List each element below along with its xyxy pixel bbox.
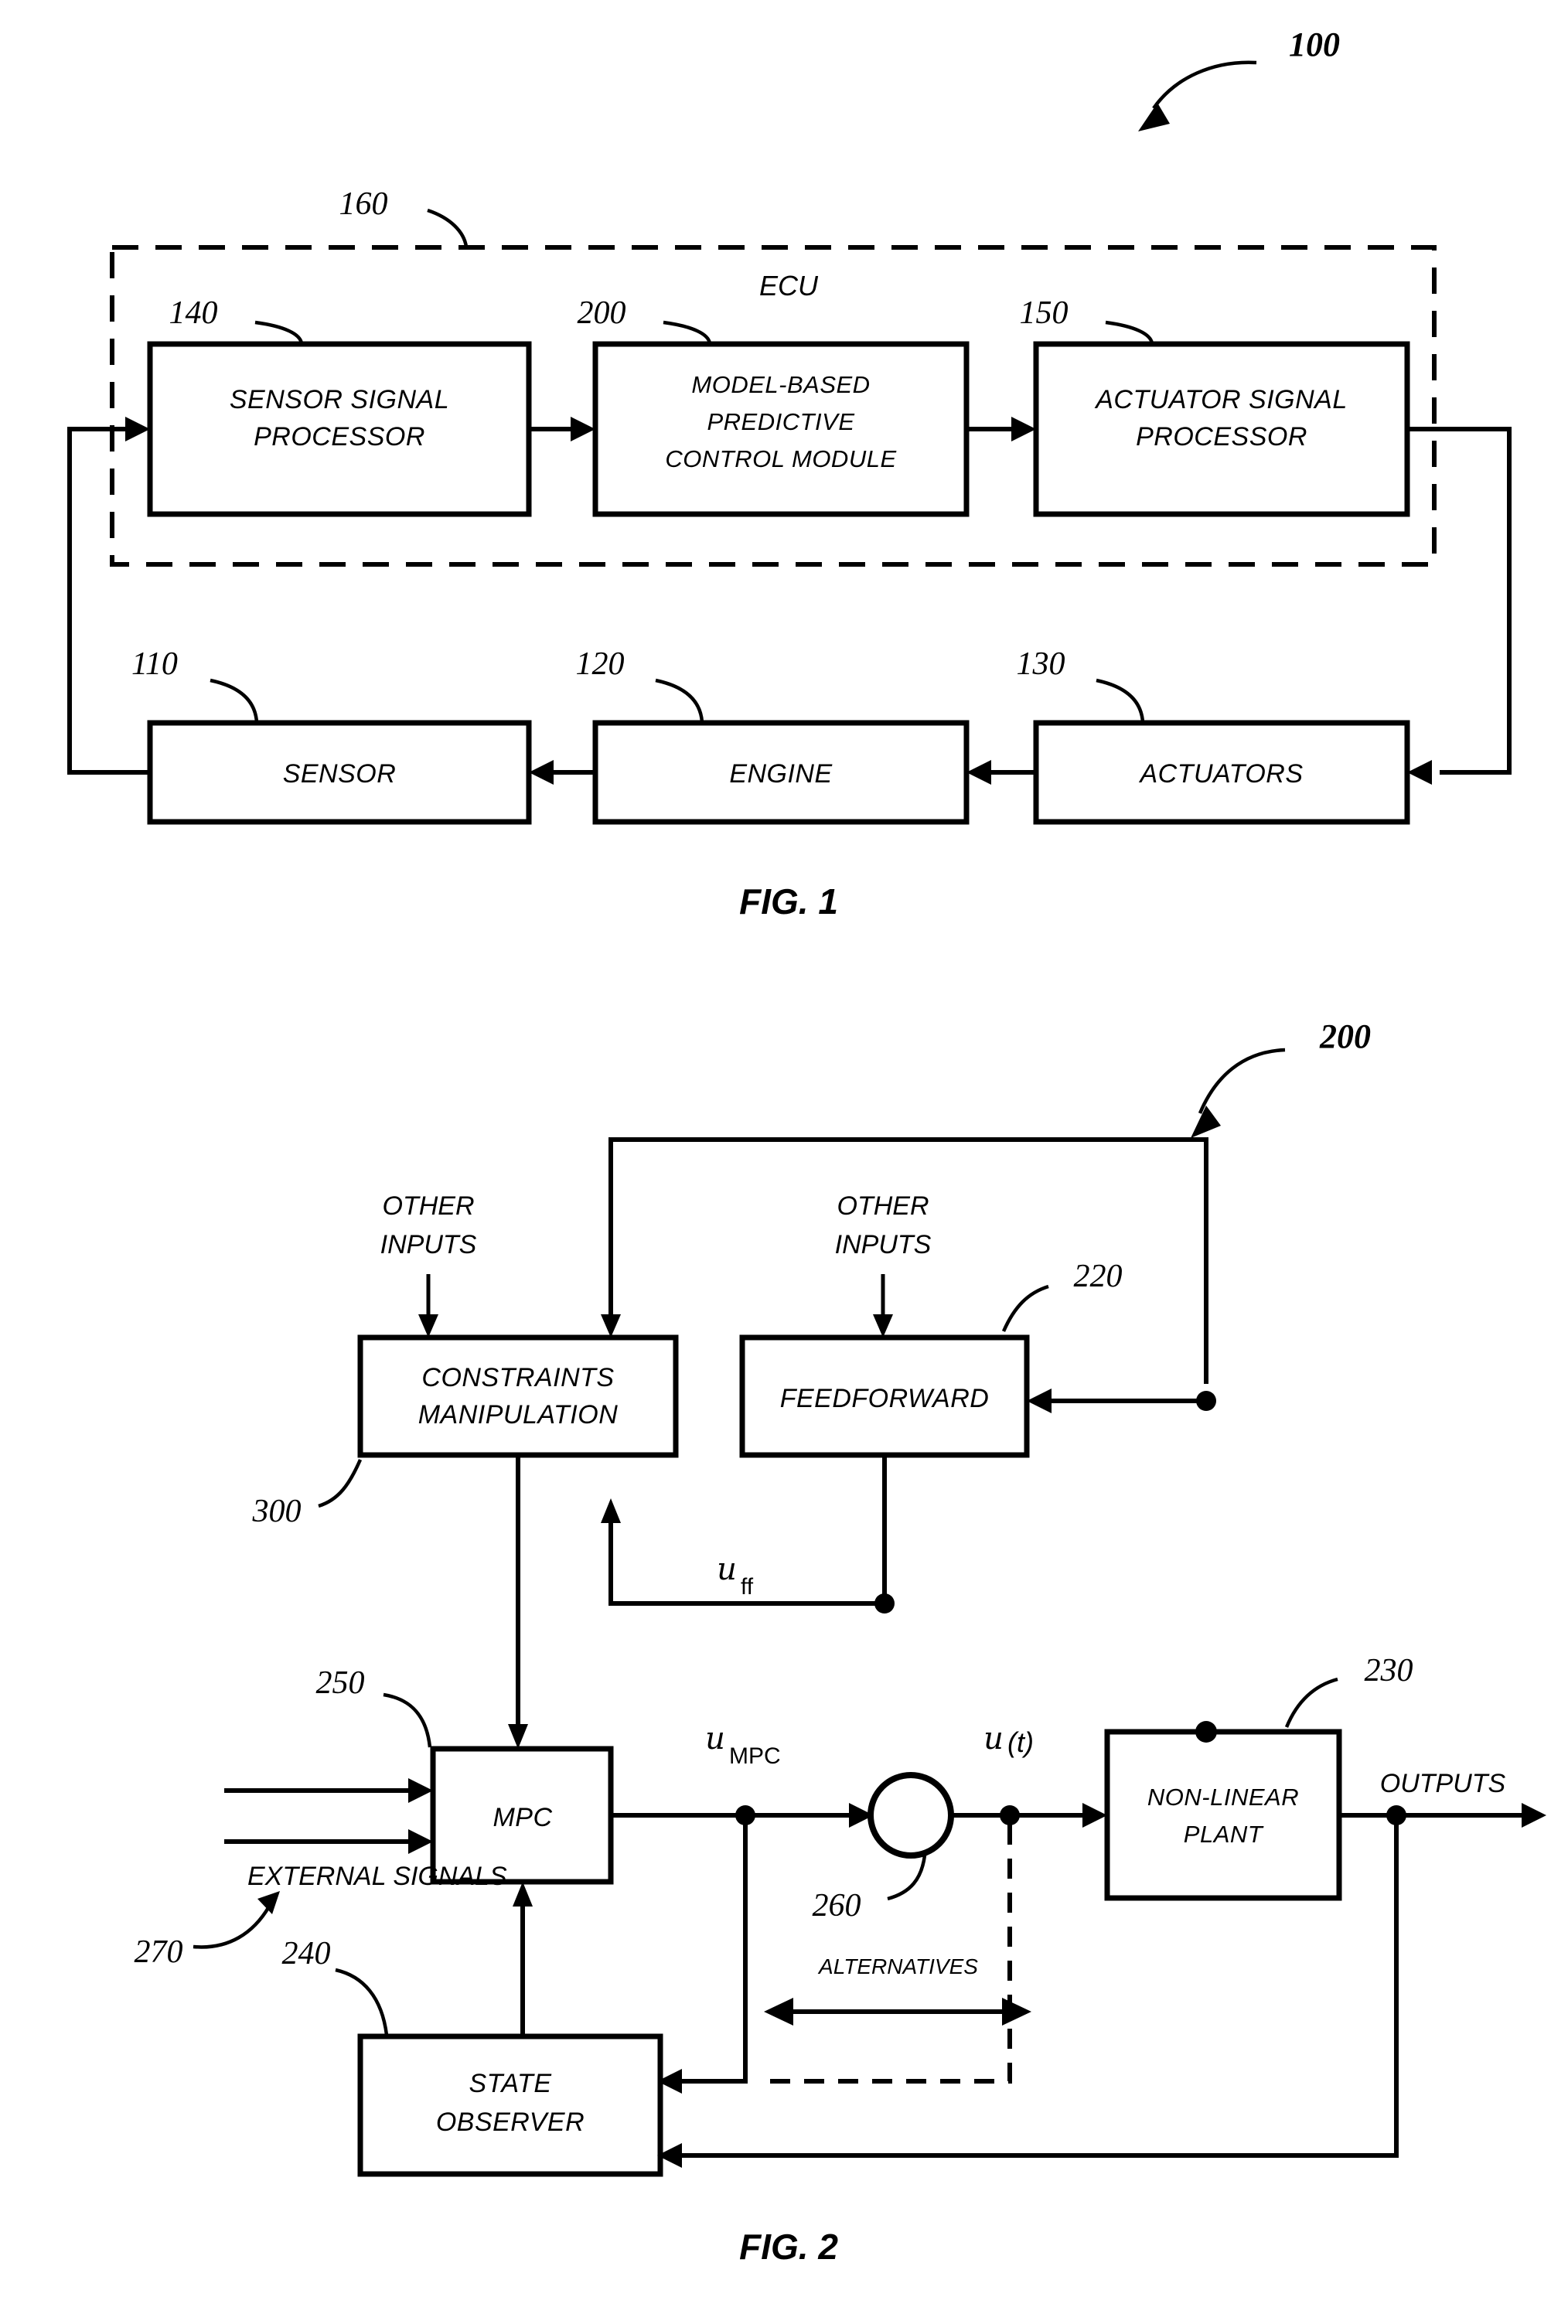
figure-2-caption: FIG. 2 <box>739 2227 838 2267</box>
block-110-label: SENSOR <box>283 759 397 789</box>
junction-dot-plant-top <box>1195 1721 1217 1743</box>
block-200-line-2: CONTROL MODULE <box>665 445 896 472</box>
block-140-line-1: PROCESSOR <box>254 422 425 452</box>
junction-dot-ut <box>1000 1805 1020 1825</box>
external-signals-label: EXTERNAL SIGNALS <box>247 1862 507 1891</box>
other-inputs-right-line-1: INPUTS <box>835 1230 932 1259</box>
ref-callout-230: 230 <box>1284 1653 1413 1728</box>
patent-figure-sheet: 100 ECU 160 SENSOR SIGNAL PROCESSOR 140 … <box>67 26 1546 2267</box>
ref-270-label: 270 <box>135 1934 183 1970</box>
alternative-feedback-dashed <box>765 1825 1012 2084</box>
block-240-line-0: STATE <box>469 2069 551 2098</box>
ref-260-label: 260 <box>813 1888 861 1924</box>
ref-200-label-fig2: 200 <box>1319 1017 1371 1055</box>
ref-callout-110: 110 <box>131 646 259 723</box>
other-inputs-right-line-0: OTHER <box>837 1191 929 1221</box>
summing-junction <box>868 1772 954 1859</box>
ref-callout-260: 260 <box>813 1855 927 1924</box>
u-of-t-suffix: (t) <box>1007 1726 1034 1758</box>
ref-callout-220: 220 <box>1001 1259 1123 1332</box>
junction-dot-uff <box>874 1593 895 1614</box>
figure-1: 100 ECU 160 SENSOR SIGNAL PROCESSOR 140 … <box>67 26 1512 922</box>
block-240-line-1: OBSERVER <box>436 2108 585 2137</box>
block-200-line-1: PREDICTIVE <box>707 408 854 435</box>
block-130-label: ACTUATORS <box>1138 759 1303 789</box>
ref-callout-160: 160 <box>339 186 469 247</box>
ref-140-label: 140 <box>169 295 218 331</box>
junction-dot-ff-tap <box>1196 1391 1216 1411</box>
ref-callout-300: 300 <box>252 1459 363 1529</box>
ref-240-label: 240 <box>282 1936 331 1971</box>
block-150-line-1: PROCESSOR <box>1136 422 1307 452</box>
u-ff-symbol: u <box>717 1552 737 1587</box>
block-constraints-manipulation <box>357 1334 679 1458</box>
u-ff-subscript: ff <box>741 1574 754 1600</box>
u-mpc-symbol: u <box>705 1721 725 1757</box>
alternatives-label: ALTERNATIVES <box>817 1954 978 1978</box>
u-mpc-subscript: MPC <box>729 1743 781 1769</box>
ref-callout-270: 270 <box>135 1891 280 1970</box>
block-250-label: MPC <box>493 1803 552 1832</box>
ref-160-label: 160 <box>339 186 388 222</box>
ref-callout-140: 140 <box>169 295 304 344</box>
ref-120-label: 120 <box>576 646 625 682</box>
outputs-label: OUTPUTS <box>1380 1769 1506 1798</box>
alternatives-double-arrow <box>764 1998 1031 2026</box>
block-300-line-1: MANIPULATION <box>418 1400 619 1429</box>
block-non-linear-plant <box>1104 1729 1342 1901</box>
junction-dot-outputs <box>1386 1805 1406 1825</box>
ref-callout-100: 100 <box>1138 26 1340 131</box>
junction-dot-umpc <box>735 1805 755 1825</box>
ref-230-label: 230 <box>1365 1653 1413 1688</box>
ref-callout-130: 130 <box>1017 646 1145 723</box>
block-140-line-0: SENSOR SIGNAL <box>230 385 449 414</box>
other-inputs-left-line-0: OTHER <box>383 1191 475 1221</box>
ref-220-label: 220 <box>1074 1259 1123 1294</box>
ref-callout-120: 120 <box>576 646 704 723</box>
ref-130-label: 130 <box>1017 646 1065 682</box>
ref-callout-150: 150 <box>1020 295 1154 344</box>
ref-300-label: 300 <box>252 1494 302 1529</box>
ref-callout-200-fig1: 200 <box>578 295 712 344</box>
ref-250-label: 250 <box>316 1665 365 1701</box>
ref-110-label: 110 <box>131 646 178 682</box>
block-230-line-0: NON-LINEAR <box>1147 1784 1299 1811</box>
ref-200-label-fig1: 200 <box>578 295 626 331</box>
ref-callout-200-fig2: 200 <box>1191 1017 1371 1138</box>
ref-100-label: 100 <box>1289 26 1340 63</box>
u-of-t-symbol: u <box>983 1721 1004 1757</box>
block-120-label: ENGINE <box>729 759 832 789</box>
figure-1-caption: FIG. 1 <box>739 881 838 922</box>
ecu-label: ECU <box>759 270 819 302</box>
block-150-line-0: ACTUATOR SIGNAL <box>1094 385 1348 414</box>
block-300-line-0: CONSTRAINTS <box>421 1363 614 1392</box>
ref-callout-240: 240 <box>282 1936 389 2036</box>
block-230-line-1: PLANT <box>1184 1821 1264 1848</box>
other-inputs-left-line-1: INPUTS <box>380 1230 477 1259</box>
ref-callout-250: 250 <box>316 1665 432 1748</box>
block-state-observer <box>357 2033 663 2177</box>
block-200-line-0: MODEL-BASED <box>691 371 870 398</box>
ref-150-label: 150 <box>1020 295 1069 331</box>
figure-2: 200 OTHER INPUTS OTHER INPUTS CONSTRAINT… <box>135 1017 1546 2267</box>
block-220-label: FEEDFORWARD <box>780 1384 990 1413</box>
umpc-feedback-to-observer <box>674 1825 748 2084</box>
